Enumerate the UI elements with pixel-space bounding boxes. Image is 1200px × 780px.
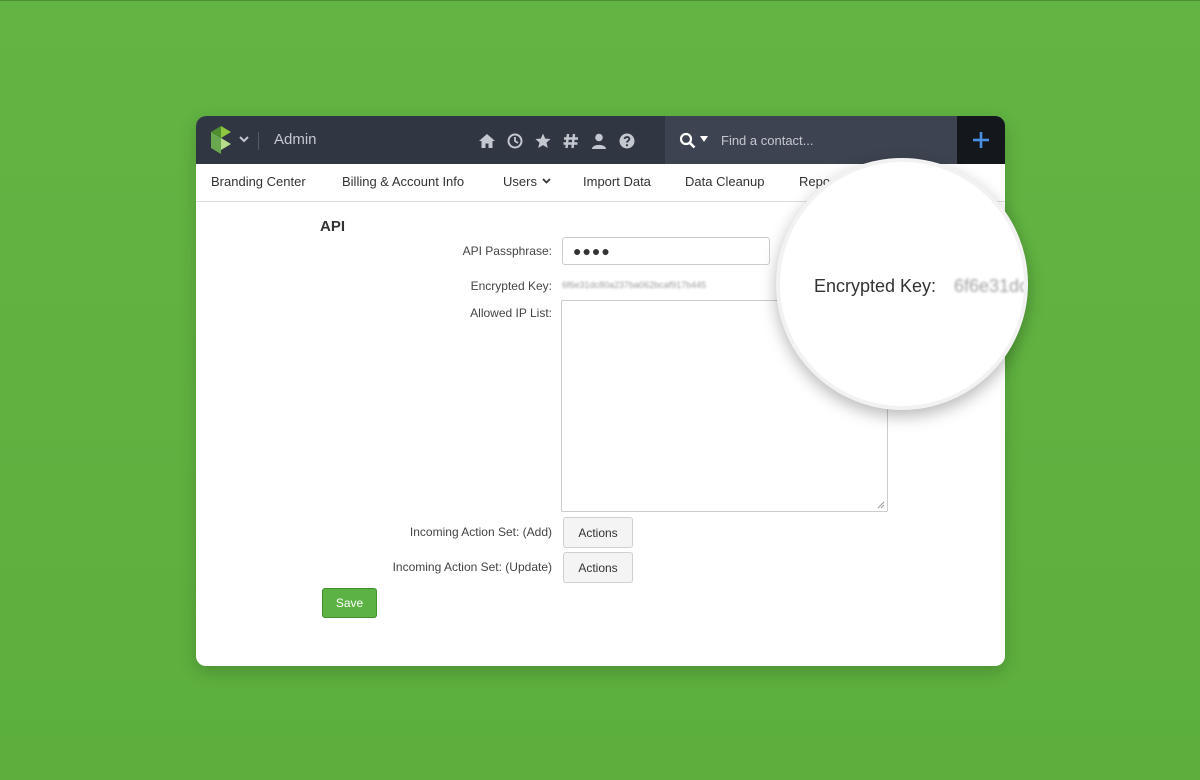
nav-import-data[interactable]: Import Data xyxy=(583,174,651,189)
nav-branding-center[interactable]: Branding Center xyxy=(211,174,306,189)
save-button[interactable]: Save xyxy=(322,588,377,618)
header-divider xyxy=(258,132,259,150)
page-top-rule xyxy=(0,0,1200,1)
app-title: Admin xyxy=(274,131,317,148)
nav-users[interactable]: Users xyxy=(503,174,551,189)
api-passphrase-label: API Passphrase: xyxy=(462,244,552,258)
encrypted-key-value: 6f6e31dc80a237ba062bcaf917b445 xyxy=(562,280,707,290)
hashtag-icon[interactable] xyxy=(562,132,580,150)
nav-data-cleanup[interactable]: Data Cleanup xyxy=(685,174,765,189)
zoom-callout: Encrypted Key: 6f6e31dc xyxy=(776,158,1028,410)
incoming-action-set-update-label: Incoming Action Set: (Update) xyxy=(392,560,552,574)
star-icon[interactable] xyxy=(534,132,552,150)
history-icon[interactable] xyxy=(506,132,524,150)
search-input[interactable] xyxy=(721,130,943,150)
zoom-callout-value: 6f6e31dc xyxy=(954,276,1028,296)
encrypted-key-label: Encrypted Key: xyxy=(470,279,552,293)
allowed-ip-list-label: Allowed IP List: xyxy=(470,306,552,320)
search-options-caret-icon[interactable] xyxy=(700,136,708,142)
api-passphrase-input[interactable]: ●●●● xyxy=(562,237,770,265)
chevron-down-icon xyxy=(542,178,551,184)
nav-users-label: Users xyxy=(503,174,537,189)
user-icon[interactable] xyxy=(590,132,608,150)
incoming-add-actions-button[interactable]: Actions xyxy=(563,517,633,548)
incoming-update-actions-button[interactable]: Actions xyxy=(563,552,633,583)
search-icon[interactable] xyxy=(679,132,696,149)
api-passphrase-value: ●●●● xyxy=(573,243,611,259)
api-section-title: API xyxy=(320,218,346,235)
incoming-action-set-add-label: Incoming Action Set: (Add) xyxy=(409,525,552,539)
resize-grip-icon[interactable] xyxy=(876,500,885,509)
chevron-down-icon[interactable] xyxy=(238,133,250,145)
app-logo-icon[interactable] xyxy=(211,126,231,154)
home-icon[interactable] xyxy=(478,132,496,150)
top-icon-group xyxy=(478,132,636,150)
add-button[interactable] xyxy=(957,116,1005,164)
search-box xyxy=(665,116,957,164)
nav-billing-account-info[interactable]: Billing & Account Info xyxy=(342,174,464,189)
zoom-callout-label: Encrypted Key: xyxy=(814,276,937,296)
help-icon[interactable] xyxy=(618,132,636,150)
top-bar: Admin xyxy=(196,116,1005,164)
plus-icon xyxy=(973,132,989,148)
